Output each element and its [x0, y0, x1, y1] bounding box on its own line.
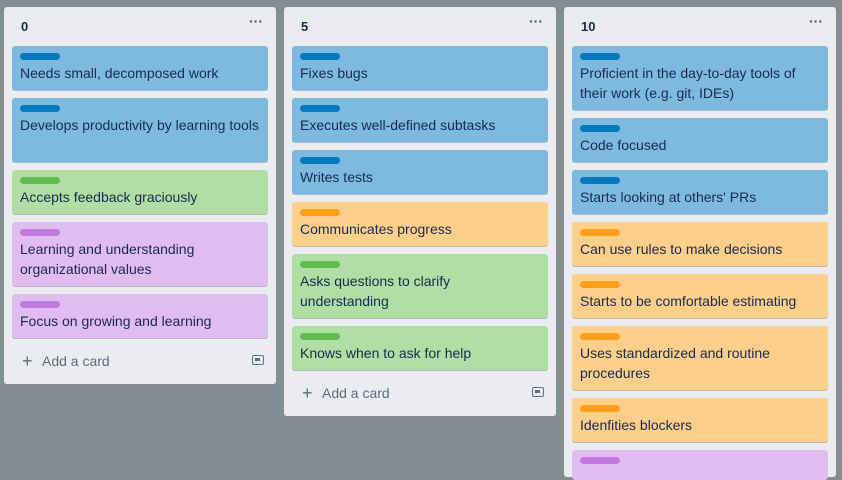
- add-card-button[interactable]: + Add a card: [12, 348, 268, 376]
- card[interactable]: Learning and understanding organizationa…: [12, 222, 268, 286]
- card-template-icon[interactable]: [532, 387, 544, 397]
- card-text: Code focused: [580, 137, 667, 153]
- list-title[interactable]: 0: [21, 19, 28, 34]
- card-text: Knows when to ask for help: [300, 345, 472, 361]
- card-label[interactable]: [300, 209, 340, 216]
- card[interactable]: Fixes bugs: [292, 46, 548, 90]
- card[interactable]: Starts to be comfortable estimating: [572, 274, 828, 318]
- card-label[interactable]: [580, 53, 620, 60]
- plus-icon: +: [302, 383, 313, 403]
- list-title[interactable]: 5: [301, 19, 308, 34]
- ellipsis-icon[interactable]: ···: [246, 14, 266, 31]
- card[interactable]: Communicates progress: [292, 202, 548, 246]
- card-text: Learning and understanding organizationa…: [20, 241, 195, 277]
- card[interactable]: Focus on growing and learning: [12, 294, 268, 338]
- card[interactable]: [572, 450, 828, 480]
- list-header[interactable]: 0 ···: [4, 7, 276, 43]
- card-text: Develops productivity by learning tools: [20, 117, 259, 133]
- card-label[interactable]: [20, 105, 60, 112]
- card[interactable]: Accepts feedback graciously: [12, 170, 268, 214]
- card[interactable]: Asks questions to clarify understanding: [292, 254, 548, 318]
- card-label[interactable]: [20, 53, 60, 60]
- card-text: Writes tests: [300, 169, 373, 185]
- card-label[interactable]: [300, 157, 340, 164]
- card-template-icon[interactable]: [252, 355, 264, 365]
- card[interactable]: Uses standardized and routine procedures: [572, 326, 828, 390]
- card-label[interactable]: [580, 405, 620, 412]
- card-text: Starts looking at others' PRs: [580, 189, 757, 205]
- card-label[interactable]: [580, 125, 620, 132]
- list-header[interactable]: 5 ···: [284, 7, 556, 43]
- card-label[interactable]: [580, 229, 620, 236]
- card[interactable]: Can use rules to make decisions: [572, 222, 828, 266]
- card-label[interactable]: [580, 333, 620, 340]
- card-label[interactable]: [300, 105, 340, 112]
- plus-icon: +: [22, 351, 33, 371]
- card[interactable]: Code focused: [572, 118, 828, 162]
- card-label[interactable]: [580, 177, 620, 184]
- card-text: Communicates progress: [300, 221, 452, 237]
- card-label[interactable]: [300, 333, 340, 340]
- card-label[interactable]: [580, 281, 620, 288]
- card-text: Executes well-defined subtasks: [300, 117, 496, 133]
- card-label[interactable]: [300, 53, 340, 60]
- add-card-button[interactable]: + Add a card: [292, 380, 548, 408]
- card-text: Needs small, decomposed work: [20, 65, 219, 81]
- list-title[interactable]: 10: [581, 19, 595, 34]
- card[interactable]: Starts looking at others' PRs: [572, 170, 828, 214]
- card[interactable]: Develops productivity by learning tools: [12, 98, 268, 162]
- card-text: Uses standardized and routine procedures: [580, 345, 770, 381]
- card[interactable]: Writes tests: [292, 150, 548, 194]
- card[interactable]: Proficient in the day-to-day tools of th…: [572, 46, 828, 110]
- list-10: 10 ··· Proficient in the day-to-day tool…: [564, 7, 836, 480]
- add-card-label: Add a card: [42, 353, 110, 369]
- card-text: Proficient in the day-to-day tools of th…: [580, 65, 796, 101]
- card-text: Focus on growing and learning: [20, 313, 212, 329]
- card-text: Idenfities blockers: [580, 417, 693, 433]
- list-5: 5 ··· Fixes bugs Executes well-defined s…: [284, 7, 556, 416]
- add-card-label: Add a card: [322, 385, 390, 401]
- card[interactable]: Idenfities blockers: [572, 398, 828, 442]
- card-label[interactable]: [580, 457, 620, 464]
- board: 0 ··· Needs small, decomposed work Devel…: [0, 0, 842, 480]
- card[interactable]: Knows when to ask for help: [292, 326, 548, 370]
- card-label[interactable]: [20, 229, 60, 236]
- card-text: Can use rules to make decisions: [580, 241, 783, 257]
- list-0: 0 ··· Needs small, decomposed work Devel…: [4, 7, 276, 384]
- card[interactable]: Executes well-defined subtasks: [292, 98, 548, 142]
- card-text: Starts to be comfortable estimating: [580, 293, 797, 309]
- card-text: Accepts feedback graciously: [20, 189, 198, 205]
- card-label[interactable]: [20, 301, 60, 308]
- card-label[interactable]: [300, 261, 340, 268]
- card-label[interactable]: [20, 177, 60, 184]
- ellipsis-icon[interactable]: ···: [806, 14, 826, 31]
- card[interactable]: Needs small, decomposed work: [12, 46, 268, 90]
- ellipsis-icon[interactable]: ···: [526, 14, 546, 31]
- list-header[interactable]: 10 ···: [564, 7, 836, 43]
- card-text: Fixes bugs: [300, 65, 368, 81]
- card-text: Asks questions to clarify understanding: [300, 273, 451, 309]
